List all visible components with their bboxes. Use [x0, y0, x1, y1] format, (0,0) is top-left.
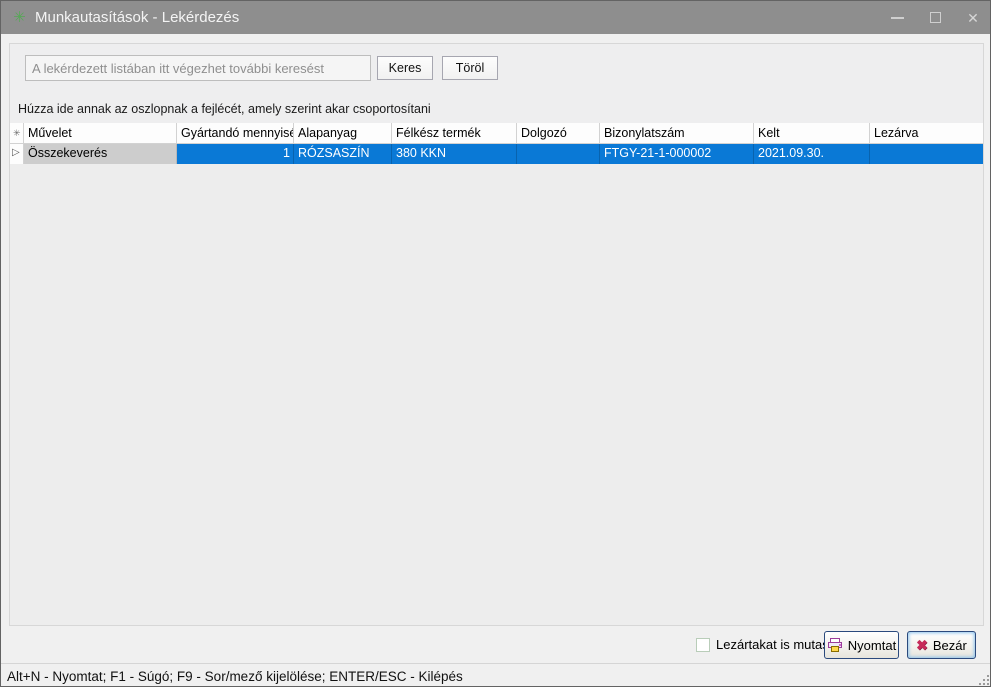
- column-header-lezarva[interactable]: Lezárva: [870, 123, 983, 143]
- column-header-kelt[interactable]: Kelt: [754, 123, 870, 143]
- column-header-dolgozo[interactable]: Dolgozó: [517, 123, 600, 143]
- close-icon: ✕: [967, 11, 979, 25]
- column-header-felkesz-termek[interactable]: Félkész termék: [392, 123, 517, 143]
- close-button-label: Bezár: [933, 638, 967, 653]
- app-window: ✳ Munkautasítások - Lekérdezés ✕ Keres T…: [0, 0, 991, 687]
- resize-grip[interactable]: [979, 675, 989, 685]
- cell-kelt[interactable]: 2021.09.30.: [754, 144, 870, 164]
- grid-empty-area: [10, 164, 983, 625]
- minimize-icon: [891, 17, 904, 19]
- maximize-icon: [930, 12, 941, 23]
- window-controls: ✕: [878, 1, 991, 34]
- row-indicator: ▷: [10, 144, 24, 164]
- column-header-muvelet[interactable]: Művelet: [24, 123, 177, 143]
- column-header-gyartando-mennyiseg[interactable]: Gyártandó mennyiség: [177, 123, 294, 143]
- grid-options-icon: ✳: [13, 128, 21, 138]
- show-closed-checkbox[interactable]: [696, 638, 710, 652]
- table-row[interactable]: ▷ Összekeverés 1 RÓZSASZÍN 380 KKN FTGY-…: [10, 144, 983, 164]
- column-header-alapanyag[interactable]: Alapanyag: [294, 123, 392, 143]
- search-input[interactable]: [25, 55, 371, 81]
- cell-bizonylatszam[interactable]: FTGY-21-1-000002: [600, 144, 754, 164]
- close-button[interactable]: ✕: [954, 1, 991, 34]
- status-shortcuts-text: Alt+N - Nyomtat; F1 - Súgó; F9 - Sor/mez…: [7, 669, 463, 684]
- cell-alapanyag[interactable]: RÓZSASZÍN: [294, 144, 392, 164]
- titlebar: ✳ Munkautasítások - Lekérdezés ✕: [1, 1, 991, 34]
- row-arrow-icon: ▷: [12, 147, 20, 158]
- close-form-button[interactable]: ✖ Bezár: [907, 631, 976, 659]
- print-button[interactable]: Nyomtat: [824, 631, 899, 659]
- app-icon: ✳: [11, 10, 28, 25]
- grid-header: ✳ Művelet Gyártandó mennyiség Alapanyag …: [10, 123, 983, 144]
- cell-muvelet[interactable]: Összekeverés: [24, 144, 177, 164]
- cell-lezarva[interactable]: [870, 144, 983, 164]
- cell-gyartando-mennyiseg[interactable]: 1: [177, 144, 294, 164]
- search-button[interactable]: Keres: [377, 56, 433, 80]
- minimize-button[interactable]: [878, 1, 916, 34]
- print-button-label: Nyomtat: [848, 638, 896, 653]
- group-by-hint[interactable]: Húzza ide annak az oszlopnak a fejlécét,…: [18, 102, 431, 116]
- clear-search-button[interactable]: Töröl: [442, 56, 498, 80]
- red-x-icon: ✖: [916, 638, 928, 652]
- status-bar: Alt+N - Nyomtat; F1 - Súgó; F9 - Sor/mez…: [1, 663, 991, 687]
- cell-felkesz-termek[interactable]: 380 KKN: [392, 144, 517, 164]
- cell-dolgozo[interactable]: [517, 144, 600, 164]
- printer-icon: [827, 637, 843, 653]
- window-title: Munkautasítások - Lekérdezés: [35, 9, 239, 26]
- grid-options-button[interactable]: ✳: [10, 123, 24, 143]
- maximize-button[interactable]: [916, 1, 954, 34]
- column-header-bizonylatszam[interactable]: Bizonylatszám: [600, 123, 754, 143]
